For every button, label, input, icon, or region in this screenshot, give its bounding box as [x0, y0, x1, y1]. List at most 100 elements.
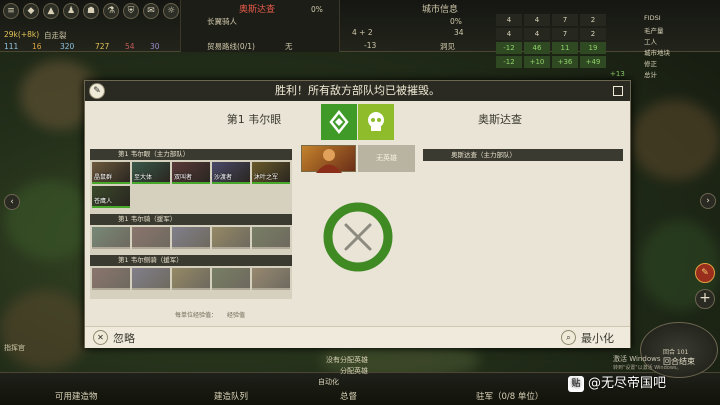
- build-queue-tab[interactable]: 建造队列: [214, 390, 248, 402]
- unit-card[interactable]: 双叫者: [172, 162, 210, 184]
- resource-2: 16: [32, 42, 42, 51]
- ignore-button[interactable]: ✕ 忽略: [93, 330, 153, 346]
- close-icon: ✕: [93, 330, 108, 345]
- unit-card[interactable]: [92, 227, 130, 249]
- resource-3: 320: [60, 42, 75, 51]
- hero-portrait[interactable]: [301, 145, 356, 173]
- center-pct: 0%: [311, 5, 323, 14]
- yield-cell: 7: [552, 28, 578, 40]
- pencil-icon[interactable]: ✎: [89, 83, 105, 99]
- right-pct: 0%: [450, 17, 462, 26]
- yield-cell: -12: [496, 56, 522, 68]
- yield-legend-item: 修正: [644, 60, 657, 68]
- unit-card[interactable]: [132, 268, 170, 290]
- yield-cell: +10: [524, 56, 550, 68]
- yield-legend-item: 城市地块: [644, 49, 670, 57]
- battle-result-panel: 胜利！所有敌方部队均已被摧毁。 ✎ 第1 韦尔眼 奥斯达查 第1 韦尔眼（主力部…: [84, 80, 631, 348]
- exp-label: 每单位经验值：: [175, 312, 218, 319]
- yield-legend-item: FIDSI: [644, 14, 661, 22]
- yield-cell: 7: [552, 14, 578, 26]
- battle-result-ring: [323, 202, 393, 272]
- unit-card[interactable]: [132, 227, 170, 249]
- no-hero-assigned: 没有分配英雄: [326, 356, 368, 364]
- bell-icon[interactable]: ▲: [43, 3, 59, 19]
- money-sub: 自走裂: [44, 31, 67, 40]
- yield-cell: 4: [496, 28, 522, 40]
- unit-card-label: 苍鹰人: [94, 198, 113, 205]
- yield-grid: 4 4 7 2 4 4 7 2 -12 46 11 19 -12 +10 +36 +49 +13: [496, 14, 632, 78]
- no-hero-slot: 无英雄: [358, 145, 415, 172]
- activate-windows-title: 激活 Windows: [613, 355, 661, 363]
- edit-city-button[interactable]: ✎: [695, 263, 715, 283]
- enemy-army-header: 奥斯达查（主力部队）: [423, 149, 623, 161]
- flask-icon[interactable]: ⚗: [103, 3, 119, 19]
- automation-toggle[interactable]: 自动化: [318, 377, 339, 387]
- resource-4: 727: [95, 42, 110, 51]
- unit-card[interactable]: 沐叶之军: [252, 162, 290, 184]
- laurel-icon: [321, 104, 357, 140]
- yield-cell: 2: [580, 14, 606, 26]
- hero-icon[interactable]: ☗: [83, 3, 99, 19]
- city-info-title: 城市信息: [422, 5, 459, 15]
- watermark: 贴 @无尽帝国吧: [568, 372, 718, 396]
- tieba-logo-icon: 贴: [568, 375, 584, 392]
- unit-card[interactable]: 苍鹰人: [92, 186, 130, 208]
- unit-group-header: 第1 韦尔侧骑（援军）: [90, 255, 292, 266]
- yield-extra: +13: [610, 70, 625, 78]
- unit-group-header: 第1 韦尔骑（援军）: [90, 214, 292, 225]
- unit-card[interactable]: [172, 268, 210, 290]
- money-value: 29k(+8k): [4, 30, 40, 39]
- center-row2: 贸易路线(0/1): [207, 42, 255, 51]
- activate-windows-sub: 转到"设置"以激活 Windows。: [613, 365, 682, 371]
- right-num1: 4 + 2: [352, 28, 373, 37]
- unit-card[interactable]: [252, 227, 290, 249]
- yield-cell: 46: [524, 42, 550, 54]
- left-army-name: 第1 韦尔眼: [226, 113, 282, 126]
- right-text: 洞见: [440, 42, 455, 51]
- unit-card[interactable]: [252, 268, 290, 290]
- right-num3: 34: [454, 28, 464, 37]
- unit-card-label: 双叫者: [174, 174, 193, 181]
- garrison-tab[interactable]: 驻军（0/8 单位）: [476, 390, 543, 402]
- minimize-button[interactable]: ⌕ 最小化: [561, 330, 627, 346]
- unit-card[interactable]: [212, 268, 250, 290]
- unit-card[interactable]: [172, 227, 210, 249]
- yield-cell: -12: [496, 42, 522, 54]
- top-hud: ≡ ◆ ▲ ♟ ☗ ⚗ ⛨ ✉ ☼ 29k(+8k) 自走裂 111 16 32…: [0, 0, 720, 79]
- unit-card[interactable]: [212, 227, 250, 249]
- yield-cell: 2: [580, 28, 606, 40]
- unit-card-label: 晶鼠群: [94, 174, 113, 181]
- governor-tab[interactable]: 总督: [340, 390, 357, 402]
- menu-icon[interactable]: ≡: [3, 3, 19, 19]
- ignore-label: 忽略: [113, 332, 135, 345]
- available-buildings-tab[interactable]: 可用建造物: [55, 390, 98, 402]
- unit-card[interactable]: 至大体: [132, 162, 170, 184]
- book-icon[interactable]: ✉: [143, 3, 159, 19]
- next-arrow-button[interactable]: ›: [700, 193, 716, 209]
- unit-card[interactable]: 沙渡者: [212, 162, 250, 184]
- add-button[interactable]: +: [695, 289, 715, 309]
- resource-1: 111: [4, 42, 19, 51]
- panel-footer: ✕ 忽略 ⌕ 最小化: [85, 326, 630, 348]
- unit-card-label: 至大体: [134, 174, 153, 181]
- unit-card[interactable]: 晶鼠群: [92, 162, 130, 184]
- unit-card[interactable]: [92, 268, 130, 290]
- assign-hero-button[interactable]: 分配英雄: [340, 366, 368, 376]
- center-row3: 无: [285, 42, 293, 51]
- diplomacy-icon[interactable]: ☼: [163, 3, 179, 19]
- minimize-square-icon[interactable]: [613, 86, 623, 96]
- resource-5: 54: [125, 42, 135, 51]
- resource-6: 30: [150, 42, 160, 51]
- right-num2: -13: [364, 41, 377, 50]
- right-army-name: 奥斯达查: [478, 113, 522, 126]
- prev-arrow-button[interactable]: ‹: [4, 194, 20, 210]
- commander-label: 指挥官: [4, 344, 25, 352]
- pawn-icon[interactable]: ♟: [63, 3, 79, 19]
- shield-icon[interactable]: ⛨: [123, 3, 139, 19]
- battle-title: 胜利！所有敌方部队均已被摧毁。: [85, 81, 630, 101]
- faction-icon[interactable]: ◆: [23, 3, 39, 19]
- yield-legend-item: 毛产量: [644, 27, 664, 35]
- yield-cell: +36: [552, 56, 578, 68]
- center-row1: 长翼骑人: [207, 17, 237, 26]
- skull-icon: [358, 104, 394, 140]
